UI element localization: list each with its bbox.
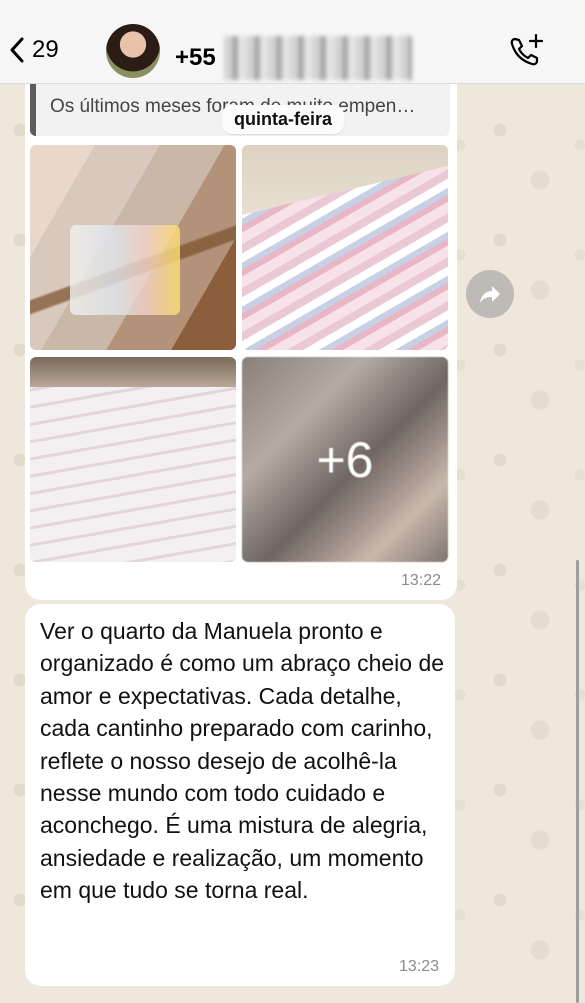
redacted-number bbox=[223, 36, 412, 80]
contact-prefix: +55 bbox=[175, 44, 216, 71]
message-time: 13:23 bbox=[398, 958, 439, 975]
message-bubble-media[interactable]: Os últimos meses foram de muito empen… +… bbox=[25, 84, 457, 600]
photo-thumbnail-2[interactable] bbox=[242, 145, 448, 350]
forward-icon bbox=[480, 286, 500, 303]
chevron-left-icon bbox=[10, 37, 24, 63]
photo-thumbnail-1[interactable] bbox=[30, 145, 236, 350]
photo-thumbnail-3[interactable] bbox=[30, 357, 236, 562]
scrollbar[interactable] bbox=[576, 560, 579, 1003]
unread-count: 29 bbox=[32, 36, 59, 63]
message-bubble-text[interactable]: Ver o quarto da Manuela pronto e organiz… bbox=[25, 604, 455, 986]
back-button[interactable]: 29 bbox=[10, 30, 59, 70]
chat-header: 29 +55 bbox=[0, 0, 585, 84]
forward-button[interactable] bbox=[466, 270, 514, 318]
more-photos-count: +6 bbox=[316, 431, 374, 488]
date-divider: quinta-feira bbox=[222, 105, 345, 134]
phone-plus-icon[interactable] bbox=[506, 32, 546, 72]
contact-avatar[interactable] bbox=[106, 24, 160, 78]
photo-thumbnail-more[interactable]: +6 bbox=[242, 357, 448, 562]
message-text: Ver o quarto da Manuela pronto e organiz… bbox=[40, 618, 445, 904]
contact-name[interactable]: +55 bbox=[175, 36, 412, 80]
message-time: 13:22 bbox=[400, 572, 441, 589]
